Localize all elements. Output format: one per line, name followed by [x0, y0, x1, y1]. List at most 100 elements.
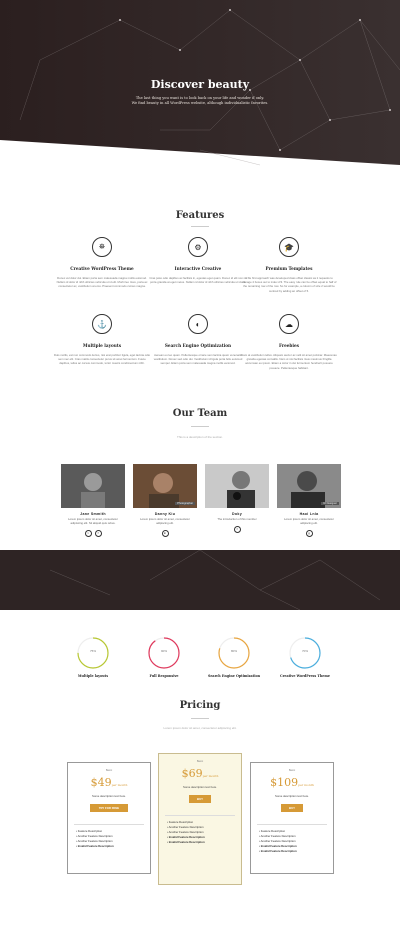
binoculars-icon: ⛯	[92, 237, 112, 257]
pricing-subtitle: Lorem ipsum dolor sit amet, consectetur …	[163, 726, 237, 730]
plan-description: Some description text here.	[274, 794, 310, 798]
features-title: Features	[175, 210, 225, 221]
hero-subtitle: The last thing you want is to look back …	[0, 96, 400, 106]
facebook-icon[interactable]: f	[233, 525, 241, 533]
photo-placeholder	[61, 464, 125, 508]
member-role: Lorem ipsum dolor sit amet, consectetur …	[284, 517, 334, 525]
member-photo	[61, 464, 125, 508]
plan-price: $69per month	[159, 767, 241, 780]
progress-ring: 75%	[76, 636, 110, 670]
feature-item: ☁ Freebies Nam at vestibulum tellus. Ali…	[234, 314, 344, 370]
plan-features: Feature Description Another Feature Desc…	[68, 829, 150, 849]
member-tag: UI Designer	[321, 502, 339, 505]
stat-item: 80% Search Engine Optimization	[194, 636, 274, 678]
parallax-band	[0, 550, 400, 610]
photo-placeholder	[205, 464, 269, 508]
buy-button[interactable]: BUY	[189, 795, 211, 803]
social-links: f	[205, 525, 269, 533]
stat-value: 90%	[160, 649, 167, 653]
plan-divider	[257, 824, 327, 825]
anchor-icon: ⚓	[92, 314, 112, 334]
plan-description: Some description text here.	[182, 785, 218, 789]
price-period: per month	[202, 774, 219, 778]
stat-label: Full Responsive	[149, 674, 179, 678]
try-free-button[interactable]: TRY FOR FREE	[90, 804, 128, 812]
plan-description: Some description text here.	[91, 794, 127, 798]
plan-feature: Invalid Feature Description	[259, 849, 333, 854]
member-name: Haoi Lnla	[299, 512, 319, 516]
plan-divider	[74, 824, 144, 825]
feature-description: Nam at vestibulum tellus. Aliquam auctor…	[241, 353, 337, 370]
feature-description: A file first approach was developed clas…	[241, 276, 337, 293]
cloud-upload-icon: ☁	[279, 314, 299, 334]
social-links: t f	[61, 529, 125, 537]
feature-title: Freebies	[279, 343, 299, 348]
plan-price: $49per month	[68, 776, 150, 789]
stat-item: 70% Creative WordPress Theme	[265, 636, 345, 678]
social-links: g	[277, 529, 341, 537]
graduation-cap-icon: 🎓	[279, 237, 299, 257]
member-photo: UI Designer	[277, 464, 341, 508]
stat-label: Multiple layouts	[77, 674, 109, 678]
google-plus-icon[interactable]: g	[305, 529, 313, 537]
buy-button[interactable]: BUY	[281, 804, 303, 812]
team-member: Photographer Danny Kiu Lorem ipsum dolor…	[133, 464, 197, 537]
section-divider	[191, 226, 209, 227]
team-title: Our Team	[172, 408, 228, 419]
feature-item: ⚓ Multiple layouts Duis mollis, est non …	[47, 314, 157, 366]
plan-feature: Invalid Feature Description	[167, 840, 241, 845]
pricing-plan: Basic $49per month Some description text…	[67, 762, 151, 874]
feature-description: Duis mollis, est non commodo luctus, nis…	[53, 353, 151, 366]
team-member: UI Designer Haoi Lnla Lorem ipsum dolor …	[277, 464, 341, 537]
gear-icon: ⚙	[188, 237, 208, 257]
progress-arc	[148, 637, 180, 669]
plan-name: Basic	[288, 769, 296, 772]
progress-ring: 80%	[217, 636, 251, 670]
stat-item: 75% Multiple layouts	[53, 636, 133, 678]
member-tag: Photographer	[175, 502, 195, 505]
plan-features: Feature Description Another Feature Desc…	[159, 820, 241, 845]
contrast-icon: ◐	[188, 314, 208, 334]
plan-features: Feature Description Another Feature Desc…	[251, 829, 333, 854]
price-period: per month	[111, 783, 128, 787]
pricing-plan: Basic $109per month Some description tex…	[250, 762, 334, 874]
feature-title: Premium Templates	[265, 266, 313, 271]
price-amount: $49	[90, 776, 112, 789]
price-amount: $109	[270, 776, 299, 789]
member-name: Jane Smmith	[80, 512, 106, 516]
team-member: Doky The introduction of this member f	[205, 464, 269, 533]
member-photo: Photographer	[133, 464, 197, 508]
plan-name: Basic	[196, 760, 204, 763]
twitter-icon[interactable]: t	[84, 529, 92, 537]
stat-item: 90% Full Responsive	[124, 636, 204, 678]
linkedin-icon[interactable]: in	[161, 529, 169, 537]
pricing-title: Pricing	[179, 700, 221, 711]
member-role: Lorem ipsum dolor sit amet, consectetur …	[140, 517, 190, 525]
feature-item: 🎓 Premium Templates A file first approac…	[234, 237, 344, 293]
stat-label: Search Engine Optimization	[207, 674, 261, 678]
member-photo	[205, 464, 269, 508]
hero-subtitle-line: We find beauty in all WordPress website,…	[131, 101, 269, 105]
team-member: Jane Smmith Lorem ipsum dolor sit amet, …	[61, 464, 125, 537]
stat-label: Creative WordPress Theme	[280, 674, 330, 678]
team-subtitle: This is a description of the section.	[176, 435, 224, 439]
plan-name: Basic	[105, 769, 113, 772]
progress-ring: 70%	[288, 636, 322, 670]
feature-title: Multiple layouts	[82, 343, 122, 348]
member-name: Doky	[232, 512, 242, 516]
price-amount: $69	[181, 767, 203, 780]
feature-title: Creative WordPress Theme	[70, 266, 134, 271]
stat-value: 75%	[89, 649, 96, 653]
plan-price: $109per month	[251, 776, 333, 789]
section-divider	[191, 426, 209, 427]
plan-divider	[165, 815, 235, 816]
member-role: The introduction of this member	[217, 517, 257, 521]
stat-value: 70%	[301, 649, 308, 653]
pricing-plan-featured: Basic $69per month Some description text…	[158, 753, 242, 885]
member-name: Danny Kiu	[154, 512, 176, 516]
facebook-icon[interactable]: f	[94, 529, 102, 537]
member-role: Lorem ipsum dolor sit amet, consectetur …	[68, 517, 118, 525]
stat-value: 80%	[230, 649, 237, 653]
band-background	[0, 550, 400, 610]
section-divider	[191, 718, 209, 719]
